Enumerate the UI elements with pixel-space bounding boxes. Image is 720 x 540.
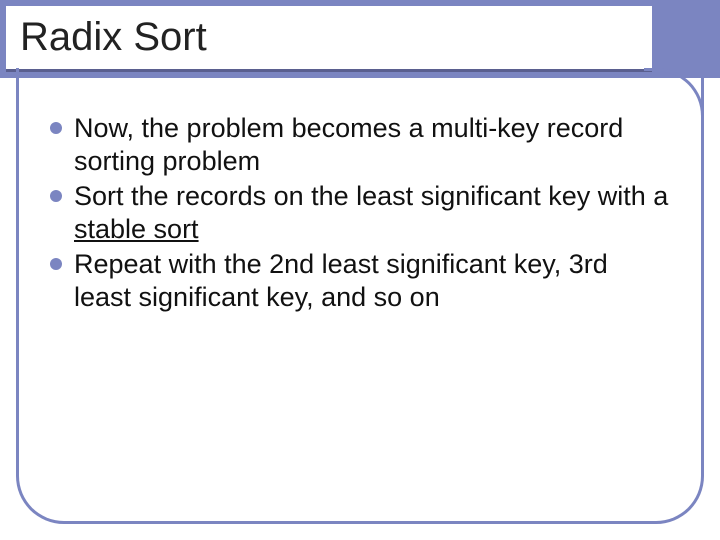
- bullet-text-pre: Now, the problem becomes a multi-key rec…: [74, 113, 623, 176]
- list-item: Repeat with the 2nd least significant ke…: [50, 248, 670, 314]
- bullet-icon: [50, 258, 62, 270]
- bullet-icon: [50, 190, 62, 202]
- list-item: Now, the problem becomes a multi-key rec…: [50, 112, 670, 178]
- slide-title: Radix Sort: [20, 15, 207, 60]
- title-box: Radix Sort: [6, 6, 652, 72]
- body-content: Now, the problem becomes a multi-key rec…: [50, 112, 670, 316]
- bullet-icon: [50, 122, 62, 134]
- bullet-text-pre: Sort the records on the least significan…: [74, 181, 668, 211]
- bullet-text-pre: Repeat with the 2nd least significant ke…: [74, 249, 608, 312]
- bullet-text-underline: stable sort: [74, 214, 199, 244]
- list-item: Sort the records on the least significan…: [50, 180, 670, 246]
